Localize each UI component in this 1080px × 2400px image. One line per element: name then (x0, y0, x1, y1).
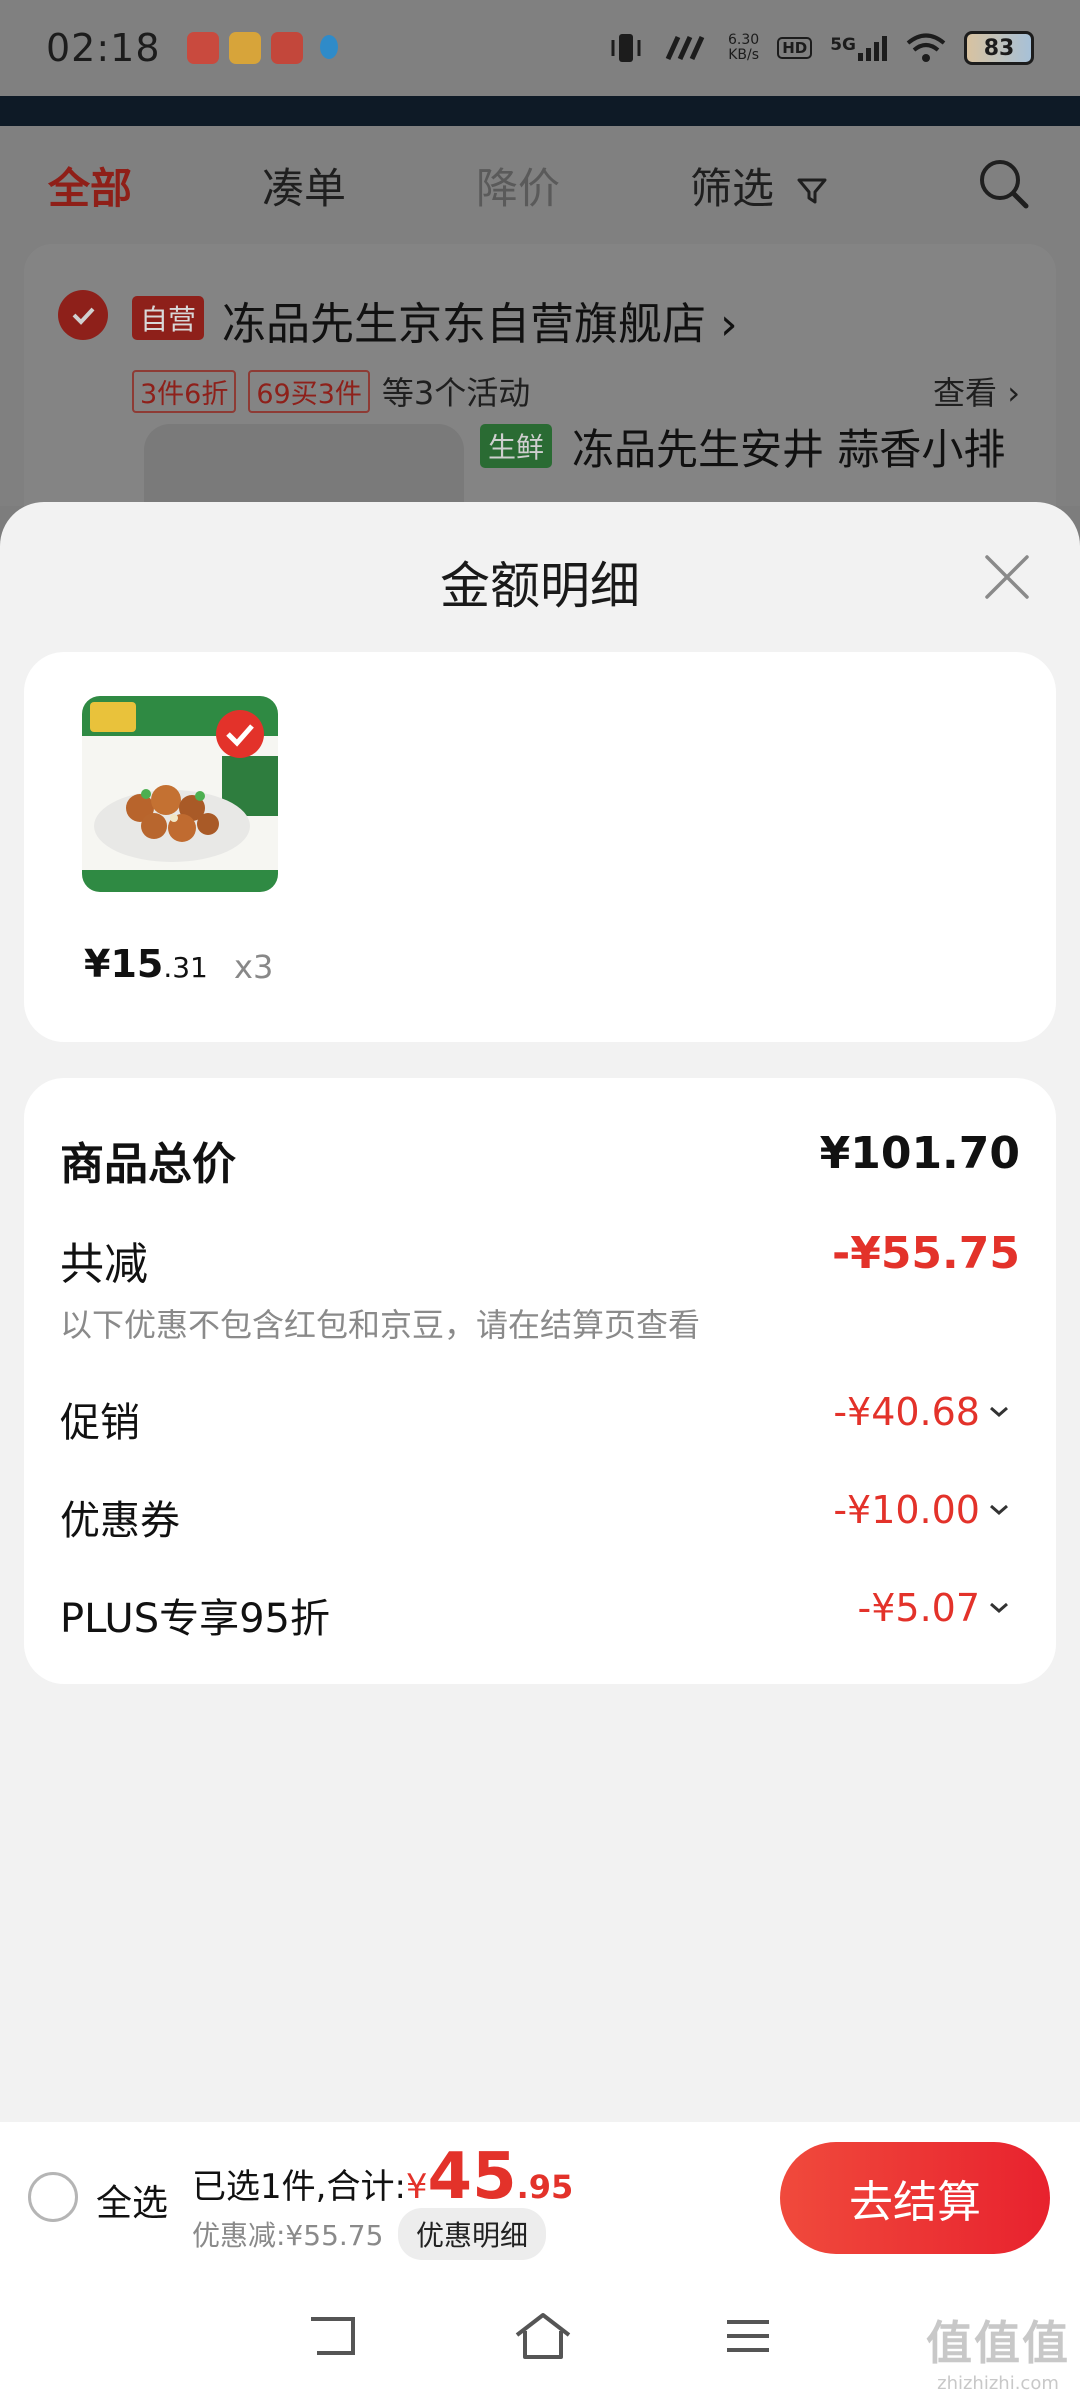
notification-icons (186, 32, 345, 64)
promo-more-text: 等3个活动 (381, 374, 531, 412)
total-summary: 已选1件,合计: ¥ 45 .95 (192, 2140, 573, 2214)
selected-items-card: ¥15.31 x3 (24, 652, 1056, 1042)
select-all-label[interactable]: 全选 (96, 2174, 168, 2226)
view-promos-link[interactable]: 查看 › (933, 368, 1020, 414)
back-icon[interactable] (307, 2313, 363, 2359)
vibrate-icon (611, 34, 641, 62)
total-integer: 45 (427, 2140, 517, 2214)
plus-line-value[interactable]: -¥5.07 (858, 1586, 1011, 1630)
select-all-checkbox[interactable] (28, 2172, 78, 2222)
self-operated-badge: 自营 (132, 296, 205, 340)
item-price-main: ¥15 (84, 942, 164, 986)
promo-line-label: 促销 (60, 1400, 140, 1446)
plus-amount: -¥5.07 (857, 1586, 981, 1630)
tab-filter[interactable]: 筛选 (690, 155, 829, 216)
network-speed: 6.30 KB/s (728, 33, 759, 63)
product-image[interactable] (82, 696, 278, 892)
watermark-url: zhizhizhi.com (937, 2373, 1059, 2394)
total-decimal: .95 (516, 2168, 574, 2206)
watermark-logo: 值值值 (926, 2316, 1070, 2370)
network-type: 5G (830, 35, 856, 55)
promo-row: 3件6折 69买3件 等3个活动 (132, 368, 530, 414)
cart-tabs: 全部 凑单 降价 筛选 (0, 126, 1080, 244)
home-icon[interactable] (513, 2311, 573, 2361)
item-price: ¥15.31 (84, 942, 208, 986)
total-reduce-value: -¥55.75 (831, 1228, 1020, 1279)
plus-line-label: PLUS专享95折 (60, 1596, 330, 1642)
close-icon[interactable] (982, 552, 1032, 602)
promo-line-value[interactable]: -¥40.68 (833, 1390, 1010, 1434)
total-price-value: ¥101.70 (819, 1128, 1020, 1179)
discount-summary: 优惠减:¥55.75 (192, 2219, 384, 2252)
wifi-icon (906, 33, 946, 62)
promo-tag: 69买3件 (248, 369, 370, 413)
speed-unit: KB/s (728, 47, 759, 63)
selected-count-text: 已选1件,合计: (192, 2167, 406, 2207)
discount-detail-button[interactable]: 优惠明细 (398, 2208, 547, 2260)
header-strip (0, 96, 1080, 126)
chevron-down-icon (990, 1602, 1008, 1613)
checkout-button[interactable]: 去结算 (780, 2142, 1050, 2254)
coupon-line-label: 优惠券 (60, 1498, 180, 1544)
store-name[interactable]: 冻品先生京东自营旗舰店 › (222, 288, 738, 352)
store-card: 自营 冻品先生京东自营旗舰店 › 3件6折 69买3件 等3个活动 查看 › 生… (24, 244, 1056, 544)
item-price-decimal: .31 (163, 951, 208, 984)
amount-detail-sheet: 金额明细 ¥15.31 x3 商品总价 ¥101.70 共减 -¥55.75 以… (0, 502, 1080, 2122)
watermark: 值值值 zhizhizhi.com (926, 2307, 1070, 2394)
total-reduce-label: 共减 (60, 1239, 148, 1290)
tab-filter-label: 筛选 (690, 163, 775, 213)
sheet-title: 金额明细 (440, 557, 640, 615)
cart-page-background: 全部 凑单 降价 筛选 自营 冻品先生京东自营旗舰店 › 3件6折 69买3件 … (0, 126, 1080, 544)
app-notification-icon (270, 32, 303, 64)
chevron-down-icon (990, 1406, 1008, 1417)
nfc-icon (665, 35, 705, 61)
discount-note: 以下优惠不包含红包和京豆，请在结算页查看 (60, 1306, 701, 1344)
product-name: 冻品先生安井 蒜香小排 (572, 425, 1006, 474)
price-breakdown-card: 商品总价 ¥101.70 共减 -¥55.75 以下优惠不包含红包和京豆，请在结… (24, 1078, 1056, 1684)
speed-value: 6.30 (728, 32, 760, 48)
signal-5g-icon: 5G (830, 35, 888, 61)
qq-icon (313, 32, 345, 64)
app-notification-icon (186, 32, 219, 64)
total-price-label: 商品总价 (60, 1139, 236, 1190)
search-icon[interactable] (976, 156, 1032, 212)
total-currency: ¥ (405, 2167, 428, 2207)
battery-indicator: 83 (964, 31, 1034, 65)
system-nav-bar: 值值值 zhizhizhi.com (0, 2272, 1080, 2400)
status-time: 02:18 (46, 26, 161, 70)
app-notification-icon (228, 32, 261, 64)
coupon-line-value[interactable]: -¥10.00 (833, 1488, 1010, 1532)
item-quantity: x3 (234, 948, 274, 986)
checkout-bar: 全选 已选1件,合计: ¥ 45 .95 优惠减:¥55.75 优惠明细 去结算 (0, 2122, 1080, 2272)
coupon-amount: -¥10.00 (833, 1488, 980, 1532)
tab-bundle[interactable]: 凑单 (262, 155, 346, 216)
chevron-down-icon (990, 1504, 1008, 1515)
status-bar: 02:18 6.30 KB/s HD 5G 83 (0, 0, 1080, 96)
tab-all[interactable]: 全部 (48, 155, 132, 216)
tab-price-drop[interactable]: 降价 (476, 155, 560, 216)
status-indicators: 6.30 KB/s HD 5G 83 (606, 31, 1034, 65)
filter-icon (797, 178, 827, 204)
promo-tag: 3件6折 (132, 369, 237, 413)
hd-icon: HD (777, 37, 813, 59)
store-check-icon[interactable] (58, 290, 108, 340)
promo-amount: -¥40.68 (833, 1390, 980, 1434)
menu-icon[interactable] (723, 2316, 773, 2356)
fresh-badge: 生鲜 (480, 424, 553, 468)
